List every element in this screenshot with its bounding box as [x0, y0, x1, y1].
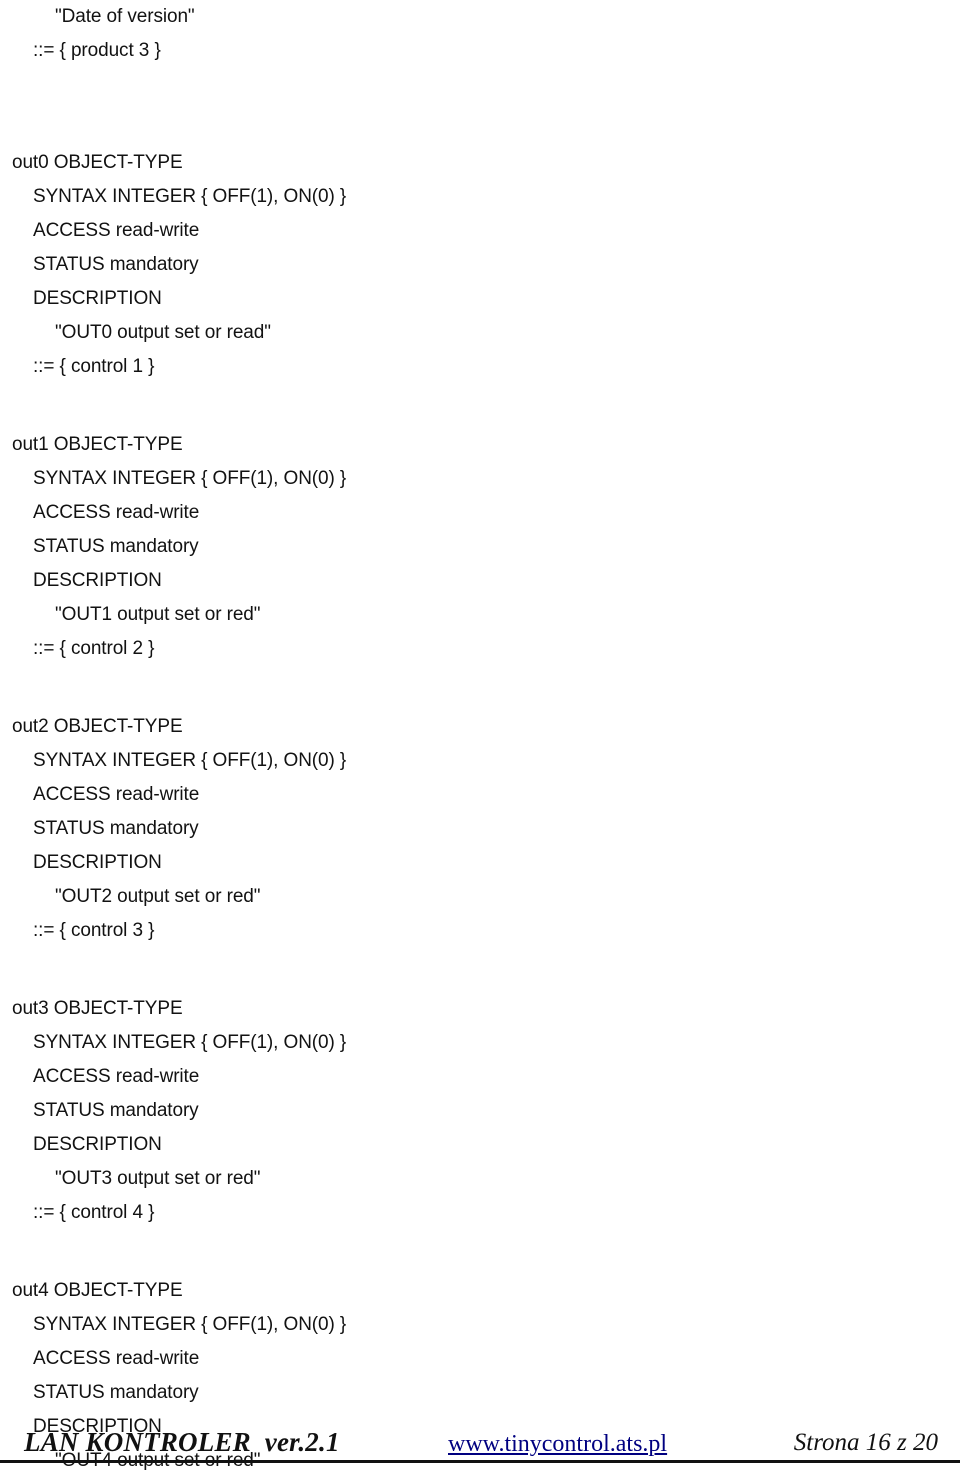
object-type-description-keyword: DESCRIPTION — [33, 852, 162, 873]
object-type-syntax: SYNTAX INTEGER { OFF(1), ON(0) } — [33, 1314, 347, 1335]
document-page: "Date of version" ::= { product 3 } out0… — [0, 0, 960, 1471]
block-separator — [0, 666, 960, 710]
object-type-block-out1: out1 OBJECT-TYPE SYNTAX INTEGER { OFF(1)… — [0, 428, 960, 666]
object-type-name: out0 OBJECT-TYPE — [12, 152, 183, 173]
object-type-description-keyword: DESCRIPTION — [33, 288, 162, 309]
object-type-description-text: "OUT1 output set or red" — [55, 604, 261, 625]
object-type-status: STATUS mandatory — [33, 1100, 199, 1121]
object-type-description-keyword: DESCRIPTION — [33, 1134, 162, 1155]
object-type-access: ACCESS read-write — [33, 784, 200, 805]
object-type-assignment: ::= { control 4 } — [33, 1202, 155, 1223]
page-footer: LAN KONTROLER ver.2.1 www.tinycontrol.at… — [0, 1423, 960, 1463]
object-type-name: out1 OBJECT-TYPE — [12, 434, 183, 455]
block-separator — [0, 112, 960, 146]
object-type-assignment: ::= { control 1 } — [33, 356, 155, 377]
object-type-block-out2: out2 OBJECT-TYPE SYNTAX INTEGER { OFF(1)… — [0, 710, 960, 948]
object-type-block-out0: out0 OBJECT-TYPE SYNTAX INTEGER { OFF(1)… — [0, 146, 960, 384]
block-separator — [0, 948, 960, 992]
object-type-assignment: ::= { control 2 } — [33, 638, 155, 659]
mib-assignment: ::= { product 3 } — [33, 40, 161, 61]
object-type-syntax: SYNTAX INTEGER { OFF(1), ON(0) } — [33, 1032, 347, 1053]
footer-divider — [0, 1460, 960, 1463]
object-type-name: out2 OBJECT-TYPE — [12, 716, 183, 737]
object-type-syntax: SYNTAX INTEGER { OFF(1), ON(0) } — [33, 186, 347, 207]
object-type-access: ACCESS read-write — [33, 502, 200, 523]
object-type-access: ACCESS read-write — [33, 1348, 200, 1369]
object-type-block-out3: out3 OBJECT-TYPE SYNTAX INTEGER { OFF(1)… — [0, 992, 960, 1230]
block-separator — [0, 68, 960, 112]
footer-website-link[interactable]: www.tinycontrol.ats.pl — [448, 1431, 667, 1458]
object-type-assignment: ::= { control 3 } — [33, 920, 155, 941]
block-separator — [0, 1230, 960, 1274]
footer-content-row: LAN KONTROLER ver.2.1 www.tinycontrol.at… — [0, 1423, 960, 1463]
mib-definition-listing: "Date of version" ::= { product 3 } out0… — [0, 0, 960, 1471]
footer-page-number: Strona 16 z 20 — [793, 1429, 938, 1456]
object-type-syntax: SYNTAX INTEGER { OFF(1), ON(0) } — [33, 750, 347, 771]
object-type-status: STATUS mandatory — [33, 536, 199, 557]
object-type-name: out4 OBJECT-TYPE — [12, 1280, 183, 1301]
object-type-name: out3 OBJECT-TYPE — [12, 998, 183, 1019]
object-type-status: STATUS mandatory — [33, 818, 199, 839]
object-type-description-keyword: DESCRIPTION — [33, 570, 162, 591]
block-separator — [0, 384, 960, 428]
object-type-description-text: "OUT0 output set or read" — [55, 322, 271, 343]
object-type-access: ACCESS read-write — [33, 1066, 200, 1087]
object-type-description-text: "OUT3 output set or red" — [55, 1168, 261, 1189]
object-type-status: STATUS mandatory — [33, 1382, 199, 1403]
object-type-access: ACCESS read-write — [33, 220, 200, 241]
mib-description-text: "Date of version" — [55, 6, 195, 27]
object-type-status: STATUS mandatory — [33, 254, 199, 275]
footer-document-title: LAN KONTROLER ver.2.1 — [24, 1427, 340, 1457]
object-type-description-text: "OUT2 output set or red" — [55, 886, 261, 907]
object-type-syntax: SYNTAX INTEGER { OFF(1), ON(0) } — [33, 468, 347, 489]
